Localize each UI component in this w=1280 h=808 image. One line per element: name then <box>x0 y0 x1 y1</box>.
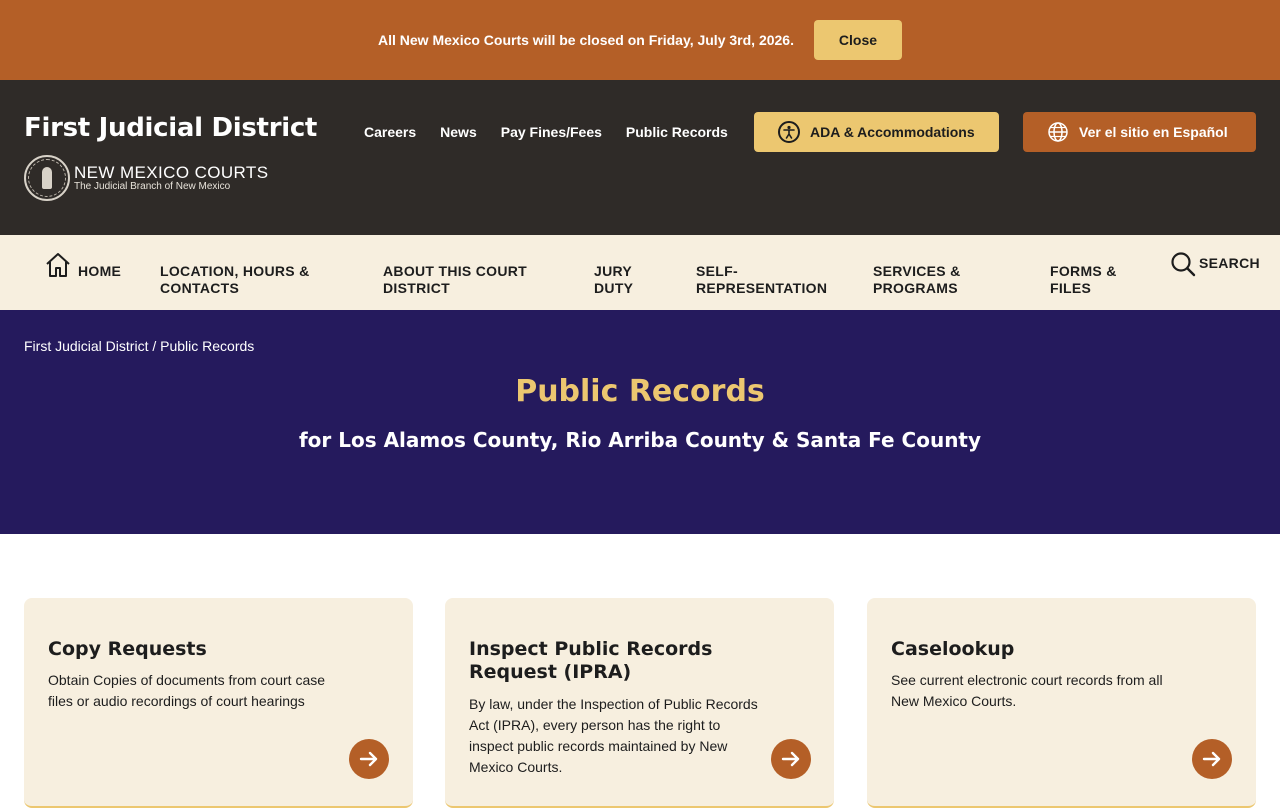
brand-logo[interactable]: NEW MEXICO COURTS The Judicial Branch of… <box>24 155 268 201</box>
nav-public-records[interactable]: Public Records <box>626 124 728 140</box>
nav-services-programs[interactable]: SERVICES & PROGRAMS <box>873 263 961 297</box>
nav-about-court-district[interactable]: ABOUT THIS COURT DISTRICT <box>383 263 527 297</box>
nav-jury-duty[interactable]: JURY DUTY <box>594 263 633 297</box>
nav-home[interactable]: HOME <box>78 263 121 280</box>
ada-label: ADA & Accommodations <box>810 124 975 140</box>
nav-careers[interactable]: Careers <box>364 124 416 140</box>
utility-nav: Careers News Pay Fines/Fees Public Recor… <box>364 124 752 140</box>
alert-message: All New Mexico Courts will be closed on … <box>378 32 794 48</box>
nav-self-representation[interactable]: SELF- REPRESENTATION <box>696 263 827 297</box>
court-seal-icon <box>24 155 70 201</box>
arrow-right-icon[interactable] <box>1192 739 1232 779</box>
brand-name: NEW MEXICO COURTS <box>74 163 269 182</box>
card-title: Inspect Public Records Request (IPRA) <box>469 638 713 683</box>
nav-search[interactable]: SEARCH <box>1199 255 1260 272</box>
breadcrumb: First Judicial District / Public Records <box>24 338 255 354</box>
breadcrumb-current: Public Records <box>160 338 255 354</box>
card-caselookup[interactable]: Caselookup See current electronic court … <box>867 598 1256 808</box>
spanish-label: Ver el sitio en Español <box>1079 124 1228 140</box>
card-description: Obtain Copies of documents from court ca… <box>48 672 326 709</box>
card-copy-requests[interactable]: Copy Requests Obtain Copies of documents… <box>24 598 413 808</box>
alert-banner: All New Mexico Courts will be closed on … <box>0 0 1280 80</box>
home-icon[interactable] <box>44 251 72 279</box>
nav-pay-fines[interactable]: Pay Fines/Fees <box>501 124 602 140</box>
main-nav: HOME LOCATION, HOURS & CONTACTS ABOUT THI… <box>0 235 1280 310</box>
card-title: Caselookup <box>891 638 1015 660</box>
alert-close-button[interactable]: Close <box>813 20 902 60</box>
card-title: Copy Requests <box>48 638 207 660</box>
brand-tagline: The Judicial Branch of New Mexico <box>74 181 231 192</box>
card-description: By law, under the Inspection of Public R… <box>469 696 758 775</box>
breadcrumb-home-link[interactable]: First Judicial District <box>24 338 148 354</box>
nav-news[interactable]: News <box>440 124 477 140</box>
search-icon[interactable] <box>1170 251 1196 277</box>
nav-location-hours-contacts[interactable]: LOCATION, HOURS & CONTACTS <box>160 263 310 297</box>
card-inspect-public-records[interactable]: Inspect Public Records Request (IPRA) By… <box>445 598 834 808</box>
globe-icon <box>1048 122 1068 142</box>
accessibility-icon <box>778 121 800 143</box>
ada-accommodations-button[interactable]: ADA & Accommodations <box>754 112 999 152</box>
card-description: See current electronic court records fro… <box>891 672 1163 709</box>
page-hero: First Judicial District / Public Records… <box>0 310 1280 534</box>
site-title[interactable]: First Judicial District <box>24 113 317 143</box>
site-header: First Judicial District NEW MEXICO COURT… <box>0 80 1280 235</box>
arrow-right-icon[interactable] <box>349 739 389 779</box>
arrow-right-icon[interactable] <box>771 739 811 779</box>
spanish-site-button[interactable]: Ver el sitio en Español <box>1023 112 1256 152</box>
page-title: Public Records <box>515 374 765 409</box>
nav-forms-files[interactable]: FORMS & FILES <box>1050 263 1117 297</box>
page-subtitle: for Los Alamos County, Rio Arriba County… <box>298 428 982 452</box>
